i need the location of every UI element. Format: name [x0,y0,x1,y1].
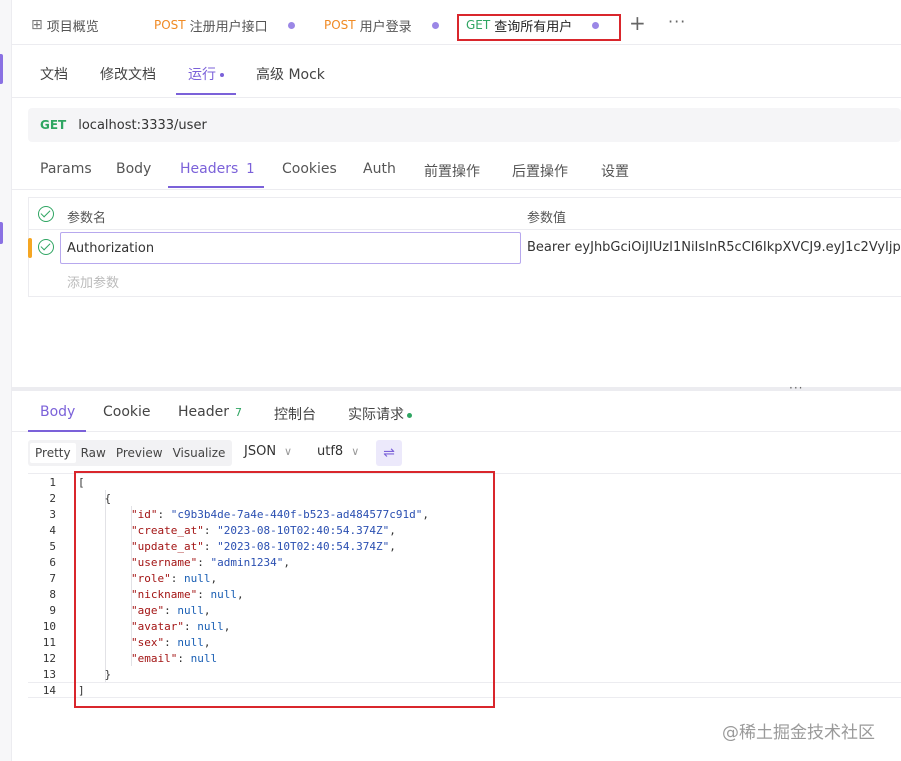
table-header-row: 参数名 参数值 [29,198,901,230]
format-type-select[interactable]: JSON ∨ [244,444,292,459]
count-badge: 1 [246,162,255,177]
add-tab-button[interactable]: + [629,11,646,35]
more-tabs-button[interactable]: ··· [668,12,686,31]
line-number-gutter: 1 2 3 4 5 6 7 8 9 10 11 12 13 14 [28,474,68,761]
method-badge: POST [324,18,356,32]
view-visualize[interactable]: Visualize [168,443,231,463]
view-mode-segmented: Pretty Raw Preview Visualize [28,440,233,466]
subtab-advanced-mock[interactable]: 高级 Mock [256,64,325,84]
annotation-box-tab [457,14,621,41]
line-number: 7 [49,572,56,585]
splitter-handle-icon[interactable]: ··· [789,381,803,395]
line-number: 5 [49,540,56,553]
line-number: 14 [42,684,56,697]
active-tab-underline [176,93,236,95]
chevron-down-icon: ∨ [284,445,293,458]
header-name-input[interactable]: Authorization [60,232,521,264]
tab-actual-request[interactable]: 实际请求 [348,404,412,424]
row-drag-handle[interactable] [28,238,32,258]
subtab-docs[interactable]: 文档 [40,64,68,84]
unsaved-dot-icon [287,21,295,29]
unsaved-dot-icon [431,21,439,29]
line-number: 9 [49,604,56,617]
encoding-select[interactable]: utf8 ∨ [317,444,359,459]
column-header-name: 参数名 [67,211,107,226]
headers-table: 参数名 参数值 Authorization Bearer eyJhbGciOiJ… [28,197,901,297]
tab-user-login[interactable]: POST 用户登录 [324,12,439,38]
add-param-input[interactable]: 添加参数 [67,272,119,291]
line-number: 4 [49,524,56,537]
response-tabs: Body Cookie Header 7 控制台 实际请求 [12,394,901,432]
request-section-tabs: Params Body Headers 1 Cookies Auth 前置操作 后… [12,148,901,190]
tab-label: 注册用户接口 [189,19,268,35]
url-bar[interactable]: GET localhost:3333/user [28,108,901,142]
chevron-down-icon: ∨ [351,445,360,458]
tab-label: 项目概览 [46,19,99,35]
table-row: Authorization Bearer eyJhbGciOiJIUzI1NiI… [29,231,901,264]
count-badge: 7 [234,406,242,419]
tab-params[interactable]: Params [40,161,92,177]
url-input[interactable]: localhost:3333/user [78,118,207,133]
nav-marker [0,222,3,244]
tab-label: 用户登录 [359,19,412,35]
view-preview[interactable]: Preview [111,443,168,463]
sub-tab-bar: 文档 修改文档 运行 高级 Mock [12,46,901,98]
tab-response-cookie[interactable]: Cookie [103,404,151,420]
wrap-icon: ⇌ [383,445,395,461]
tab-response-header-label: Header [178,404,229,420]
tab-body[interactable]: Body [116,161,151,177]
active-tab-underline [168,186,264,188]
tab-project-overview[interactable]: ⊞ 项目概览 [31,12,99,38]
tab-settings[interactable]: 设置 [601,161,629,181]
left-edge-strip [0,0,12,761]
tab-actual-request-label: 实际请求 [348,407,404,423]
column-header-value: 参数值 [527,211,567,226]
line-number: 1 [49,476,56,489]
row-enabled-check-icon[interactable] [38,239,54,255]
tab-register-user[interactable]: POST 注册用户接口 [154,12,295,38]
subtab-edit-docs[interactable]: 修改文档 [100,64,156,84]
line-number: 13 [42,668,56,681]
line-number: 12 [42,652,56,665]
panel-splitter[interactable] [12,387,901,391]
active-nav-marker [0,54,3,84]
tab-headers[interactable]: Headers 1 [180,161,255,177]
line-number: 3 [49,508,56,521]
select-all-check-icon[interactable] [38,206,54,222]
watermark: @稀土掘金技术社区 [722,723,875,743]
view-raw[interactable]: Raw [76,443,111,463]
status-dot-icon [407,412,412,418]
header-name-value: Authorization [67,241,155,256]
subtab-run-label: 运行 [188,67,216,83]
tab-pre-request[interactable]: 前置操作 [424,161,480,181]
line-number: 11 [42,636,56,649]
status-dot-icon [220,73,224,77]
tab-headers-label: Headers [180,161,239,177]
annotation-box-response [74,471,495,708]
header-value-input[interactable]: Bearer eyJhbGciOiJIUzI1NiIsInR5cCI6IkpXV… [527,240,901,255]
view-pretty[interactable]: Pretty [30,443,76,463]
response-format-toolbar: Pretty Raw Preview Visualize JSON ∨ utf8 ∨… [28,440,901,466]
encoding-value: utf8 [317,444,344,459]
tab-console[interactable]: 控制台 [274,404,316,424]
format-type-value: JSON [244,444,277,459]
method-badge: POST [154,18,186,32]
tab-response-body[interactable]: Body [40,404,75,420]
line-number: 2 [49,492,56,505]
word-wrap-button[interactable]: ⇌ [376,440,402,466]
line-number: 6 [49,556,56,569]
tab-cookies[interactable]: Cookies [282,161,337,177]
method-select[interactable]: GET [40,118,66,132]
tab-post-request[interactable]: 后置操作 [512,161,568,181]
line-number: 8 [49,588,56,601]
overview-icon: ⊞ [31,17,43,33]
active-tab-underline [28,430,86,432]
line-number: 10 [42,620,56,633]
tab-response-header[interactable]: Header 7 [178,404,242,420]
tab-auth[interactable]: Auth [363,161,396,177]
subtab-run[interactable]: 运行 [188,64,224,84]
